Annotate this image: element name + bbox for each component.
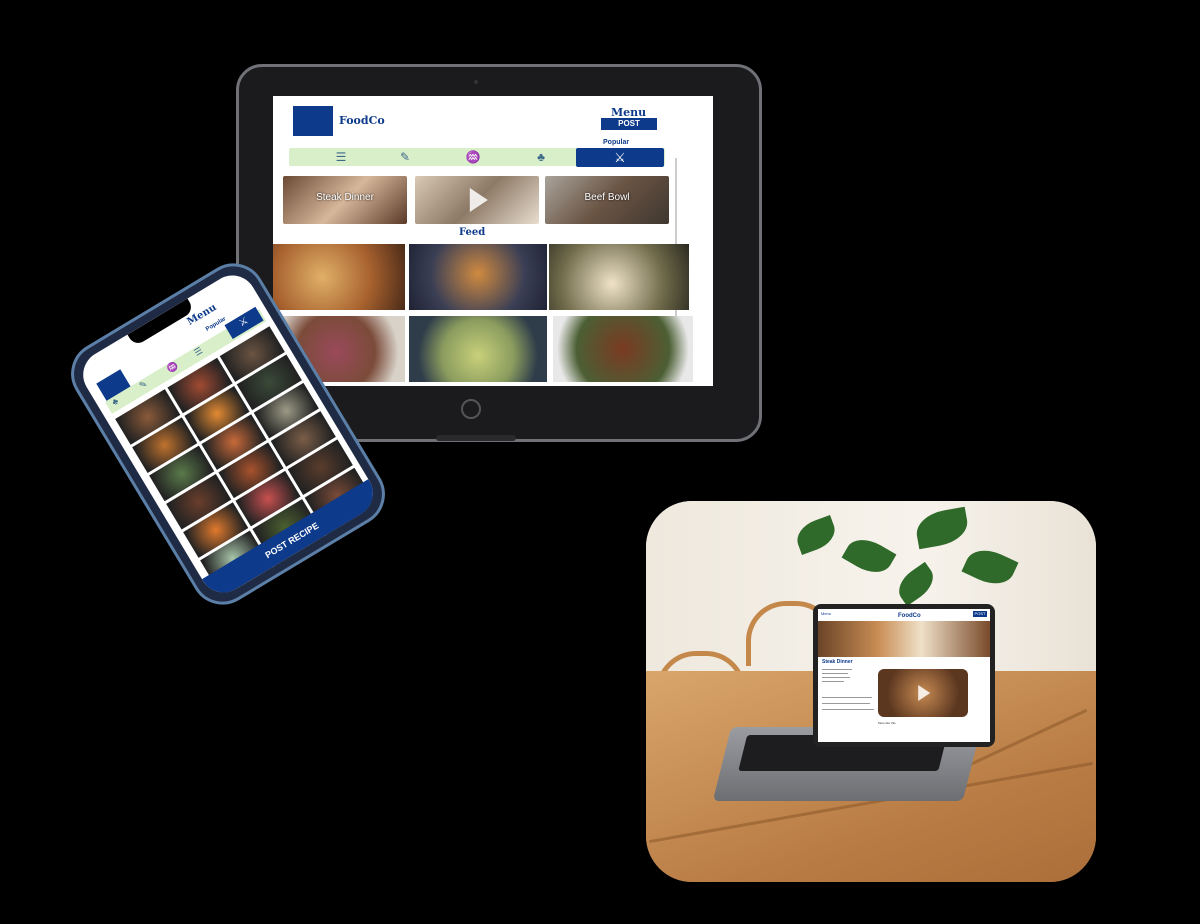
feed-title: Feed (459, 227, 486, 238)
post-button[interactable]: POST (601, 118, 657, 130)
phone-device: Menu Popular ♣ ✎ ♒ ☰ ⚔ POST RECIPE (59, 251, 397, 617)
home-button[interactable] (461, 399, 481, 419)
recipe-title: Steak Dinner (822, 659, 853, 665)
feed-tile-salmon-plate[interactable] (549, 244, 689, 310)
feed-tile-grain-bowl[interactable] (409, 316, 547, 382)
more-like-this-label: More like this (878, 721, 896, 725)
recipe-video[interactable] (878, 669, 968, 717)
vegetables-icon[interactable]: ♣ (529, 150, 553, 164)
ingredient-line (822, 681, 844, 682)
carrot-icon[interactable]: ✎ (393, 150, 417, 164)
feed-tile-french-toast[interactable] (409, 244, 547, 310)
logo[interactable] (293, 106, 333, 136)
story-label: Steak Dinner (316, 192, 374, 203)
tablet-camera (474, 80, 478, 84)
ingredient-line (822, 673, 848, 674)
story-tile-video[interactable] (415, 176, 539, 224)
fish-icon[interactable]: ♒ (461, 150, 485, 164)
feed-tile-meatballs[interactable] (553, 316, 693, 382)
ingredient-line (822, 669, 852, 670)
burger-icon[interactable]: ☰ (329, 150, 353, 164)
laptop-display: Menu FoodCo POST Steak Dinner More like … (818, 609, 990, 742)
phone-wrapper: Menu Popular ♣ ✎ ♒ ☰ ⚔ POST RECIPE (34, 251, 408, 617)
play-icon[interactable] (918, 685, 931, 701)
story-tile[interactable]: Steak Dinner (283, 176, 407, 224)
step-line (822, 703, 870, 704)
laptop-screen: Menu FoodCo POST Steak Dinner More like … (813, 604, 995, 747)
post-button[interactable]: POST (973, 611, 987, 617)
ingredient-line (822, 677, 850, 678)
brand-name: FoodCo (898, 613, 921, 619)
popular-label: Popular (603, 139, 630, 146)
step-line (822, 697, 872, 698)
step-line (822, 709, 874, 710)
tablet-speaker (436, 435, 516, 441)
recipe-hero-image (818, 621, 990, 657)
utensils-icon[interactable]: ⚔ (576, 148, 664, 167)
story-tile[interactable]: Beef Bowl (545, 176, 669, 224)
story-label: Beef Bowl (584, 192, 630, 203)
play-icon[interactable] (469, 188, 488, 212)
phone-notch (127, 298, 195, 347)
phone-screen: Menu Popular ♣ ✎ ♒ ☰ ⚔ POST RECIPE (74, 266, 382, 602)
brand-name: FoodCo (339, 114, 385, 127)
menu-link[interactable]: Menu (821, 611, 831, 616)
